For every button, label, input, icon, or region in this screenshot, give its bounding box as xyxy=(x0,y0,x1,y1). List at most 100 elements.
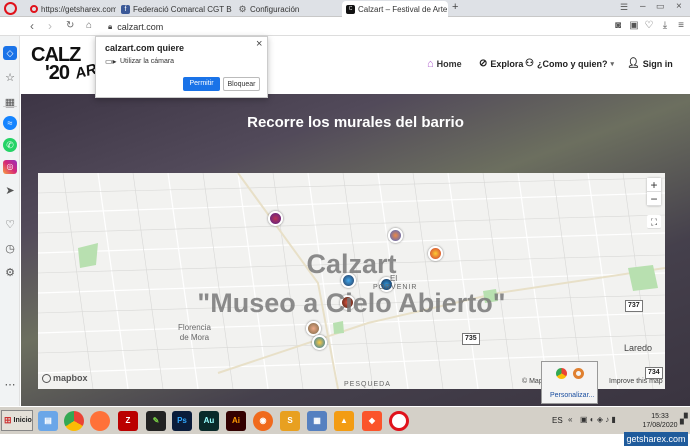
photoshop-taskbar-icon[interactable]: Ps xyxy=(172,411,192,431)
nav-explora[interactable]: ⊘ Explora xyxy=(479,58,523,69)
hero-section: Recorre los murales del barrio + − ⛶ Cal… xyxy=(21,94,690,406)
block-button[interactable]: Bloquear xyxy=(223,77,260,91)
nav-signin[interactable]: 👤︎ Sign in xyxy=(627,58,673,69)
network-taskbar-icon[interactable]: ▦ xyxy=(307,411,327,431)
sublime-taskbar-icon[interactable]: S xyxy=(280,411,300,431)
messenger-icon[interactable]: ≈ xyxy=(3,116,17,130)
whatsapp-icon[interactable]: ✆ xyxy=(3,138,17,152)
instagram-icon[interactable]: ◎ xyxy=(3,160,17,174)
filezilla-taskbar-icon[interactable]: Z xyxy=(118,411,138,431)
illustrator-taskbar-icon[interactable]: Ai xyxy=(226,411,246,431)
maximize-button[interactable]: ▭ xyxy=(656,1,665,12)
language-indicator[interactable]: ES xyxy=(552,416,563,425)
zoom-out-button[interactable]: − xyxy=(647,192,661,206)
settings-icon[interactable]: ⚙ xyxy=(3,266,17,280)
show-desktop-icon[interactable]: ▞ xyxy=(680,414,688,425)
place-label-laredo: Laredo xyxy=(624,343,653,353)
more-icon[interactable]: ⋯ xyxy=(3,378,17,392)
clock-time: 15:33 xyxy=(651,413,669,420)
map-overlay-subtitle: "Museo a Cielo Abierto" xyxy=(197,288,506,318)
forward-icon[interactable]: › xyxy=(48,19,52,33)
mural-marker[interactable] xyxy=(388,228,403,243)
settings-menu-icon[interactable]: ≡ xyxy=(675,20,687,32)
logo-year: '20 xyxy=(45,62,70,84)
opera-taskbar-icon[interactable] xyxy=(389,411,409,431)
tab-facebook[interactable]: f Federació Comarcal CGT Ba xyxy=(117,1,232,17)
zoom-in-button[interactable]: + xyxy=(647,178,661,192)
tab-label: https://getsharex.com/chang xyxy=(41,4,116,14)
users-icon: ⚇ xyxy=(525,58,534,69)
inkscape-taskbar-icon[interactable]: ✎ xyxy=(146,411,166,431)
mural-map[interactable]: + − ⛶ Calzart "Museo a Cielo Abierto" Fl… xyxy=(38,173,665,389)
mapbox-logo[interactable]: mapbox xyxy=(42,373,88,383)
mural-marker[interactable] xyxy=(312,335,327,350)
user-icon: 👤︎ xyxy=(627,58,640,69)
url-field[interactable]: 🔒︎ calzart.com xyxy=(108,20,308,33)
back-icon[interactable]: ‹ xyxy=(30,19,34,33)
place-label-pesqueda: PESQUEDA xyxy=(344,381,391,388)
vlc-taskbar-icon[interactable]: ▲ xyxy=(334,411,354,431)
camera-icon[interactable]: ◙ xyxy=(612,20,624,32)
close-popup-button[interactable]: × xyxy=(256,38,262,50)
tab-configuracion[interactable]: ⚙ Configuración xyxy=(234,1,339,17)
download-icon[interactable]: ⤓ xyxy=(659,20,671,32)
tab-getsharex[interactable]: https://getsharex.com/chang xyxy=(26,1,116,17)
history-icon[interactable]: ◷ xyxy=(3,242,17,256)
improve-map-link[interactable]: Improve this map xyxy=(609,378,663,385)
new-tab-button[interactable]: + xyxy=(452,1,458,13)
tab-menu-icon[interactable]: ☰ xyxy=(620,2,628,13)
tray-chevron-icon[interactable]: « xyxy=(568,415,572,424)
sharex-taskbar-icon[interactable]: ◉ xyxy=(253,411,273,431)
tray-overflow-popup: Personalizar... xyxy=(541,361,598,404)
tab-label: Configuración xyxy=(250,4,300,14)
tab-strip: https://getsharex.com/chang f Federació … xyxy=(0,0,690,17)
sidebar-divider xyxy=(3,106,17,107)
clock[interactable]: 15:33 17/08/2020 xyxy=(639,412,681,430)
speed-dial-icon[interactable]: ◇ xyxy=(3,46,17,60)
mural-marker[interactable] xyxy=(306,321,321,336)
customize-link[interactable]: Personalizar... xyxy=(550,392,594,399)
permission-title: calzart.com quiere xyxy=(105,43,185,53)
close-window-button[interactable]: × xyxy=(676,1,682,12)
start-label: Inicio xyxy=(13,417,32,424)
home-icon: ⌂ xyxy=(427,58,434,70)
easy-setup-icon[interactable]: ▣ xyxy=(628,20,640,32)
minimize-button[interactable]: – xyxy=(640,1,646,12)
personal-news-icon[interactable]: ▦ xyxy=(3,96,17,110)
chrome-tray-icon[interactable] xyxy=(556,368,567,379)
tab-label: Calzart – Festival de Arte Urb xyxy=(358,4,448,14)
flow-send-icon[interactable]: ➤ xyxy=(3,184,17,198)
sharex-tray-icon[interactable] xyxy=(573,368,584,379)
opera-menu-icon[interactable] xyxy=(4,2,17,15)
audition-taskbar-icon[interactable]: Au xyxy=(199,411,219,431)
firefox-taskbar-icon[interactable] xyxy=(90,411,110,431)
getsharex-watermark: getsharex.com xyxy=(624,432,688,446)
tab-label: Federació Comarcal CGT Ba xyxy=(133,4,232,14)
start-button[interactable]: ⊞ Inicio xyxy=(1,410,33,431)
tab-calzart[interactable]: C Calzart – Festival de Arte Urb × xyxy=(342,1,448,17)
camera-permission-popup: calzart.com quiere × ▭▸ Utilizar la cáma… xyxy=(95,36,268,98)
permission-item: Utilizar la cámara xyxy=(120,58,175,65)
tray-icons[interactable]: ▣ ◐ ◈ ♪ ▮ xyxy=(580,415,616,424)
calzart-icon: C xyxy=(346,4,355,14)
reload-icon[interactable]: ↻ xyxy=(66,20,74,31)
mapbox-icon xyxy=(42,373,51,383)
mural-marker[interactable] xyxy=(268,211,283,226)
fullscreen-button[interactable]: ⛶ xyxy=(647,215,661,229)
chevron-down-icon: ▾ xyxy=(610,60,614,68)
road-shield: 735 xyxy=(462,333,480,345)
chrome-taskbar-icon[interactable] xyxy=(64,411,84,431)
bookmark-heart-icon[interactable]: ♡ xyxy=(643,20,655,32)
map-attribution[interactable]: © Map xyxy=(522,378,543,385)
nav-home[interactable]: ⌂ Home xyxy=(427,58,462,70)
brave-taskbar-icon[interactable]: ◆ xyxy=(362,411,382,431)
heart-icon[interactable]: ♡ xyxy=(3,218,17,232)
lock-icon: 🔒︎ xyxy=(108,21,113,31)
bookmarks-icon[interactable]: ☆ xyxy=(3,71,17,85)
explorer-taskbar-icon[interactable]: ▤ xyxy=(38,411,58,431)
zoom-controls: + − xyxy=(647,178,661,206)
home-icon[interactable]: ⌂ xyxy=(86,20,92,31)
nav-como-quien[interactable]: ⚇ ¿Como y quien? ▾ xyxy=(525,58,614,69)
compass-icon: ⊘ xyxy=(479,58,488,69)
allow-button[interactable]: Permitir xyxy=(183,77,220,91)
